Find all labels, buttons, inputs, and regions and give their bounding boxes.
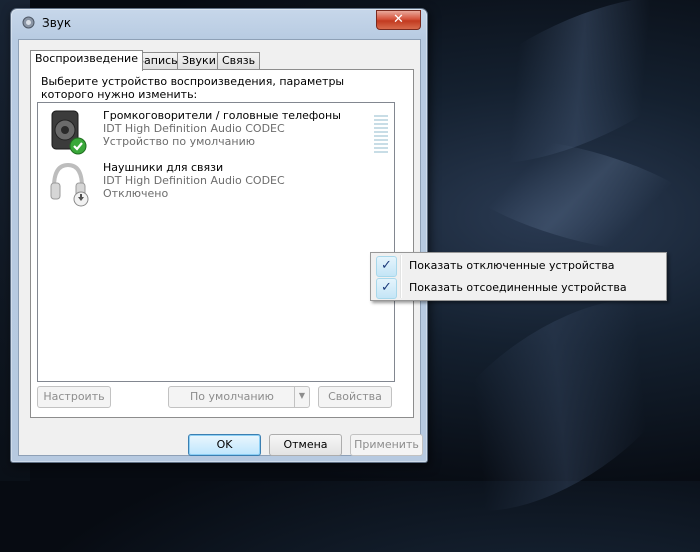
wallpaper-highlight [394,257,700,552]
dialog-body: Воспроизведение Запись Звуки Связь Выбер… [18,39,423,456]
device-speakers[interactable]: Громкоговорители / головные телефоны IDT… [44,107,388,157]
default-check-icon [69,137,87,155]
window-title: Звук [42,16,72,30]
speaker-icon [51,110,87,155]
device-info: Громкоговорители / головные телефоны IDT… [103,109,341,148]
device-name: Громкоговорители / головные телефоны [103,109,341,122]
sound-dialog: Звук ✕ Воспроизведение Запись Звуки Связ… [10,8,428,463]
close-button[interactable]: ✕ [376,10,421,30]
ok-button[interactable]: OK [188,434,261,456]
playback-panel: Выберите устройство воспроизведения, пар… [30,69,414,418]
tab-sounds[interactable]: Звуки [177,52,221,70]
device-status: Отключено [103,187,169,200]
properties-button[interactable]: Свойства [318,386,392,408]
device-list[interactable]: Громкоговорители / головные телефоны IDT… [37,102,395,382]
checkmark-icon: ✓ [376,256,397,277]
checkmark-icon: ✓ [376,278,397,299]
device-status: Устройство по умолчанию [103,135,256,148]
menu-item-label: Показать отсоединенные устройства [409,281,627,294]
configure-button[interactable]: Настроить [37,386,111,408]
close-icon: ✕ [393,12,404,27]
menu-item-show-disconnected[interactable]: ✓ Показать отсоединенные устройства [373,277,664,299]
tab-communications[interactable]: Связь [217,52,261,70]
device-headset[interactable]: Наушники для связи IDT High Definition A… [44,159,384,209]
menu-item-show-disabled[interactable]: ✓ Показать отключенные устройства [373,255,664,277]
menu-item-label: Показать отключенные устройства [409,259,615,272]
device-driver: IDT High Definition Audio CODEC [103,174,285,187]
headphones-icon [50,162,89,207]
sound-app-icon [22,16,35,29]
device-name: Наушники для связи [103,161,224,174]
device-driver: IDT High Definition Audio CODEC [103,122,285,135]
apply-button[interactable]: Применить [350,434,423,456]
volume-level-meter [374,115,388,155]
context-menu: ✓ Показать отключенные устройства ✓ Пока… [370,252,667,301]
set-default-split-button[interactable]: По умолчанию ▼ [168,386,310,408]
cancel-button[interactable]: Отмена [269,434,342,456]
tab-playback[interactable]: Воспроизведение [30,50,143,71]
title-bar[interactable]: Звук ✕ [11,9,427,37]
chevron-down-icon[interactable]: ▼ [294,387,309,407]
instruction-text: Выберите устройство воспроизведения, пар… [41,75,345,101]
set-default-label: По умолчанию [190,390,274,403]
device-info: Наушники для связи IDT High Definition A… [103,161,285,200]
